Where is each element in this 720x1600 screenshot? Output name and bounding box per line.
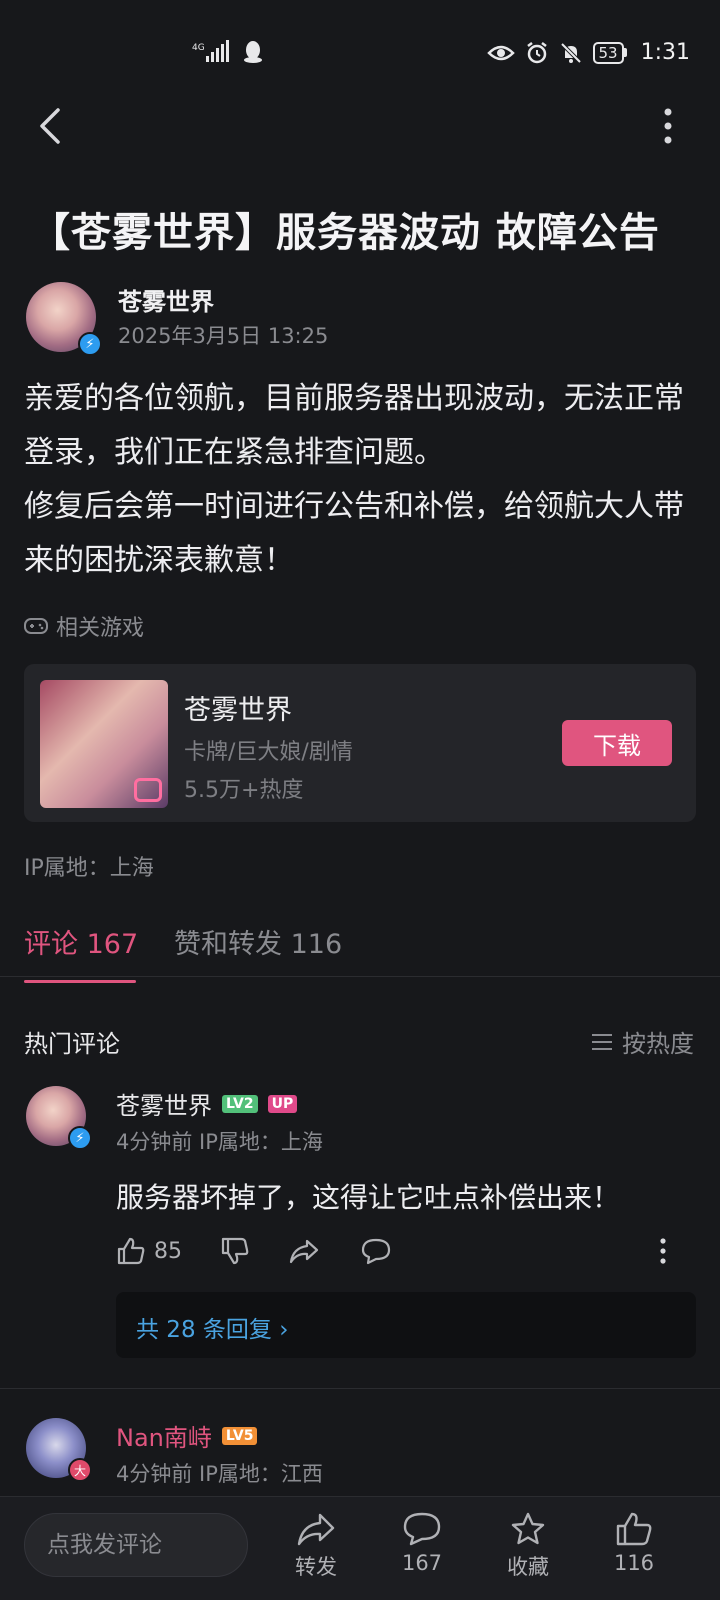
clock: 1:31 (640, 40, 690, 65)
like-post-button[interactable]: 116 (594, 1511, 674, 1575)
dislike-button[interactable] (220, 1236, 250, 1266)
post-paragraph: 修复后会第一时间进行公告和补偿，给领航大人带来的困扰深表歉意！ (24, 489, 684, 578)
share-button[interactable]: 转发 (276, 1511, 356, 1581)
author-name[interactable]: 苍雾世界 (118, 282, 214, 317)
game-name: 苍雾世界 (184, 695, 292, 726)
sort-button[interactable]: 按热度 (590, 1024, 694, 1059)
comment-input[interactable] (24, 1513, 248, 1577)
level-badge: LV5 (221, 1426, 258, 1445)
comment-tabs: 评论 167 赞和转发 116 (24, 912, 696, 984)
related-game-card[interactable]: 苍雾世界 卡牌/巨大娘/剧情 5.5万+热度 下载 (24, 664, 696, 822)
reply-comment-button[interactable] (360, 1236, 392, 1266)
member-badge: 大 (68, 1458, 92, 1482)
bilibili-tv-icon (134, 778, 162, 802)
level-badge: LV2 (222, 1094, 258, 1113)
bottom-action-bar: 转发 167 收藏 116 (0, 1496, 720, 1600)
avatar[interactable]: 大 (26, 1418, 92, 1482)
divider (0, 976, 720, 977)
favorite-button[interactable]: 收藏 (488, 1511, 568, 1581)
hot-comments-label: 热门评论 (24, 1030, 120, 1058)
alarm-icon (526, 41, 547, 63)
tab-likes-shares[interactable]: 赞和转发 116 (174, 922, 342, 961)
verified-bolt-icon: ⚡ (68, 1126, 92, 1150)
up-badge: UP (267, 1094, 298, 1113)
status-bar: 4G 53 1:31 (0, 0, 720, 106)
battery-icon: 53 (592, 41, 627, 64)
top-bar (0, 100, 720, 154)
avatar[interactable]: ⚡ (26, 1086, 92, 1150)
share-arrow-icon (289, 1239, 319, 1264)
more-options-icon[interactable] (660, 104, 676, 148)
share-arrow-icon (297, 1513, 335, 1546)
game-tags: 卡牌/巨大娘/剧情 (184, 740, 353, 765)
like-button[interactable]: 85 (116, 1236, 182, 1266)
comments-button[interactable]: 167 (382, 1511, 462, 1575)
replies-summary[interactable]: 共 28 条回复 › (116, 1292, 696, 1358)
game-cover-image (40, 680, 168, 808)
post-paragraph: 亲爱的各位领航，目前服务器出现波动，无法正常登录，我们正在紧急排查问题。 (24, 381, 684, 470)
commenter-name[interactable]: 苍雾世界 LV2 UP (116, 1086, 298, 1121)
speech-bubble-icon (403, 1512, 441, 1546)
mute-bell-icon (560, 42, 581, 63)
commenter-name[interactable]: Nan南峙 LV5 (116, 1418, 258, 1453)
more-vertical-icon (660, 1238, 666, 1264)
cellular-signal-icon: 4G (192, 40, 229, 62)
comment-actions: 85 (116, 1236, 696, 1276)
sort-lines-icon (592, 1033, 612, 1050)
tab-comments[interactable]: 评论 167 (24, 922, 138, 961)
post-body: 亲爱的各位领航，目前服务器出现波动，无法正常登录，我们正在紧急排查问题。 修复后… (24, 372, 696, 588)
related-games-label: 相关游戏 (24, 610, 144, 642)
divider (0, 1388, 720, 1389)
post-title: 【苍雾世界】服务器波动 故障公告 (30, 210, 660, 256)
svg-text:4G: 4G (192, 43, 205, 53)
gamepad-icon (24, 618, 48, 634)
active-tab-indicator (24, 980, 136, 983)
comment-more-button[interactable] (658, 1236, 668, 1266)
thumbs-up-icon (616, 1512, 652, 1546)
qq-icon (244, 41, 262, 63)
eye-icon (486, 45, 515, 60)
author-avatar[interactable]: ⚡ (26, 282, 102, 356)
speech-bubble-icon (361, 1238, 391, 1265)
post-date: 2025年3月5日 13:25 (118, 324, 329, 348)
comment-meta: 4分钟前 IP属地：上海 (116, 1130, 323, 1154)
view-replies-link[interactable]: 共 28 条回复 › (136, 1310, 288, 1344)
verified-bolt-icon: ⚡ (78, 332, 102, 356)
star-icon (511, 1512, 545, 1545)
thumbs-up-icon (117, 1237, 145, 1265)
thumbs-down-icon (221, 1237, 249, 1265)
game-heat: 5.5万+热度 (184, 778, 304, 803)
ip-location: IP属地：上海 (24, 856, 154, 881)
back-arrow-icon[interactable] (32, 104, 72, 148)
download-button[interactable]: 下载 (562, 720, 672, 766)
comment-meta: 4分钟前 IP属地：江西 (116, 1462, 323, 1486)
comment-text: 服务器坏掉了，这得让它吐点补偿出来！ (116, 1181, 621, 1214)
share-comment-button[interactable] (288, 1236, 320, 1266)
